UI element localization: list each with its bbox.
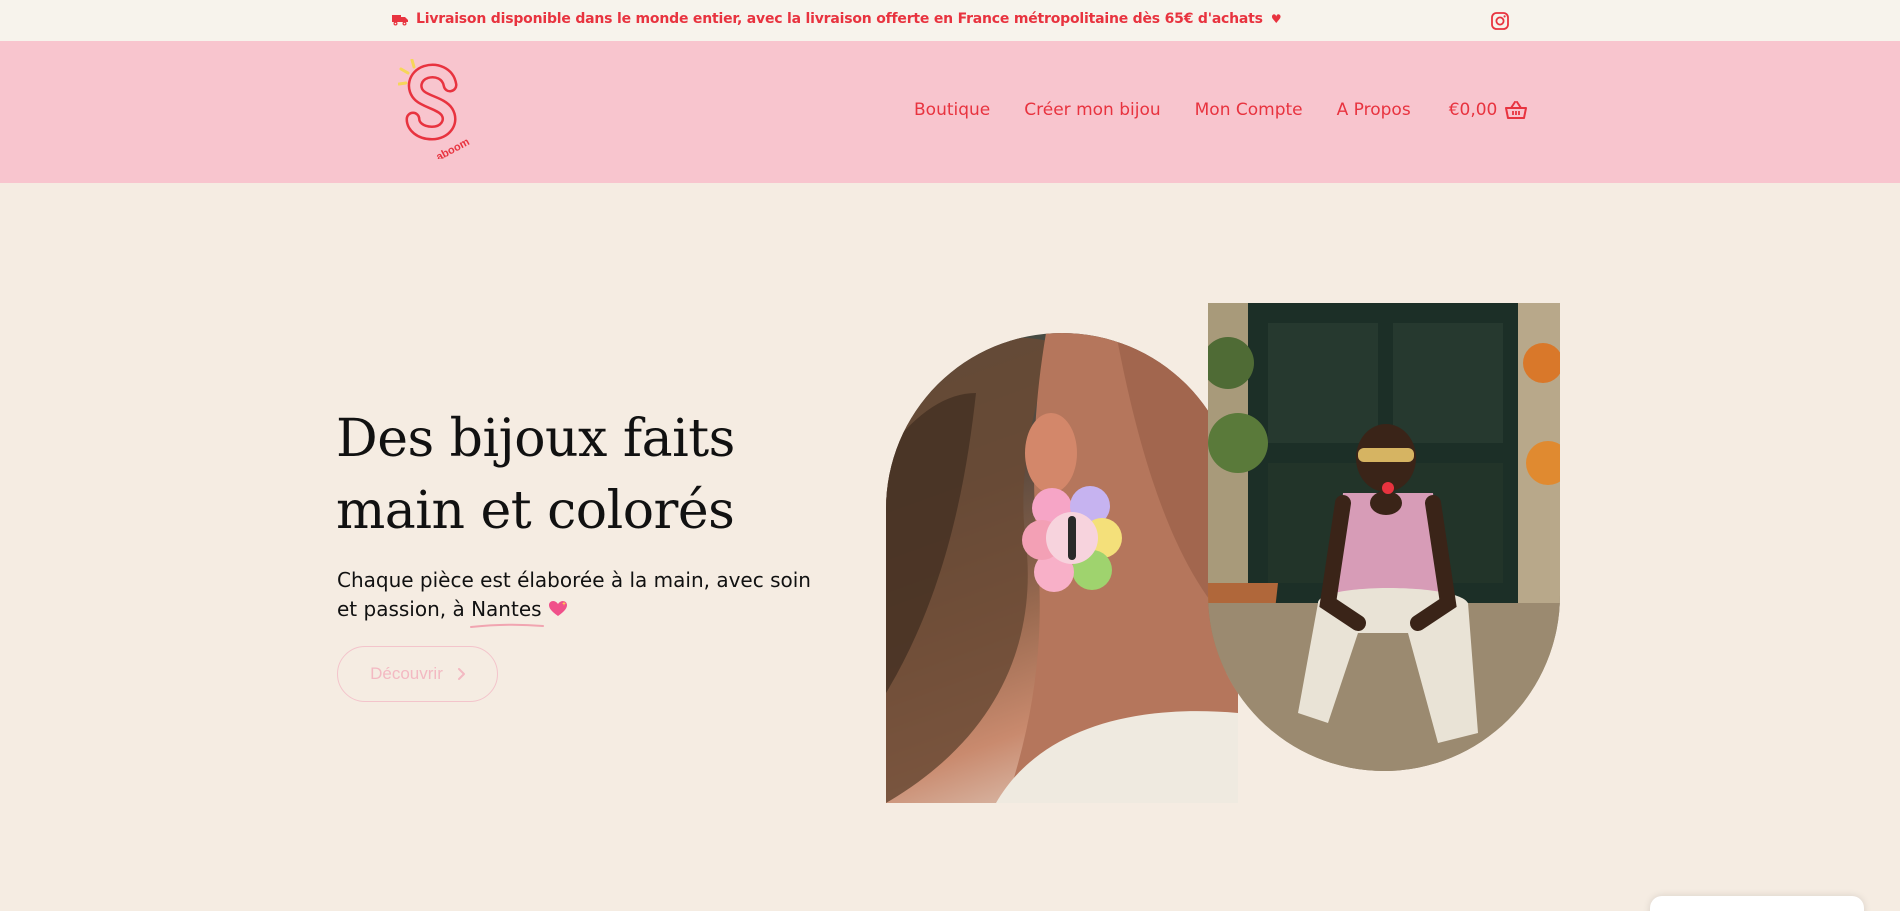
saboom-logo[interactable]: aboom — [398, 59, 480, 159]
hero-title-line1: Des bijoux faits — [336, 409, 735, 469]
main-nav: Boutique Créer mon bijou Mon Compte A Pr… — [914, 100, 1528, 120]
announcement-text: Livraison disponible dans le monde entie… — [416, 11, 1263, 27]
underline-swoosh — [470, 623, 545, 628]
hero-city-name: Nantes — [471, 597, 542, 621]
hero-title-line2: main et colorés — [336, 481, 735, 541]
truck-icon — [392, 14, 408, 25]
nav-a-propos[interactable]: A Propos — [1337, 100, 1411, 120]
hero-subtitle: Chaque pièce est élaborée à la main, ave… — [337, 566, 837, 628]
earring-closeup-photo — [886, 333, 1238, 803]
discover-button-label: Découvrir — [370, 664, 443, 683]
basket-icon — [1505, 100, 1528, 119]
site-header: aboom Boutique Créer mon bijou Mon Compt… — [0, 41, 1900, 183]
instagram-icon[interactable] — [1491, 12, 1509, 30]
heart-glyph: ♥ — [1270, 12, 1282, 26]
hero-title: Des bijoux faits main et colorés — [336, 403, 816, 547]
discover-button[interactable]: Découvrir — [337, 646, 498, 702]
hero-subtitle-city: Nantes — [470, 595, 545, 628]
model-crouching-photo — [1208, 303, 1560, 771]
nav-creer-mon-bijou[interactable]: Créer mon bijou — [1024, 100, 1160, 120]
model-crouching-illustration — [1208, 303, 1560, 771]
chat-widget[interactable] — [1650, 896, 1864, 911]
sparkling-heart-icon — [548, 601, 567, 616]
hero-subtitle-text: Chaque pièce est élaborée à la main, ave… — [337, 568, 811, 621]
earring-closeup-illustration — [886, 333, 1238, 803]
cart-total: €0,00 — [1448, 100, 1498, 120]
announcement-bar: Livraison disponible dans le monde entie… — [0, 0, 1900, 41]
nav-boutique[interactable]: Boutique — [914, 100, 990, 120]
cart-button[interactable]: €0,00 — [1449, 100, 1528, 120]
nav-mon-compte[interactable]: Mon Compte — [1195, 100, 1303, 120]
chevron-right-icon — [457, 668, 465, 680]
announcement-message: Livraison disponible dans le monde entie… — [392, 11, 1282, 27]
